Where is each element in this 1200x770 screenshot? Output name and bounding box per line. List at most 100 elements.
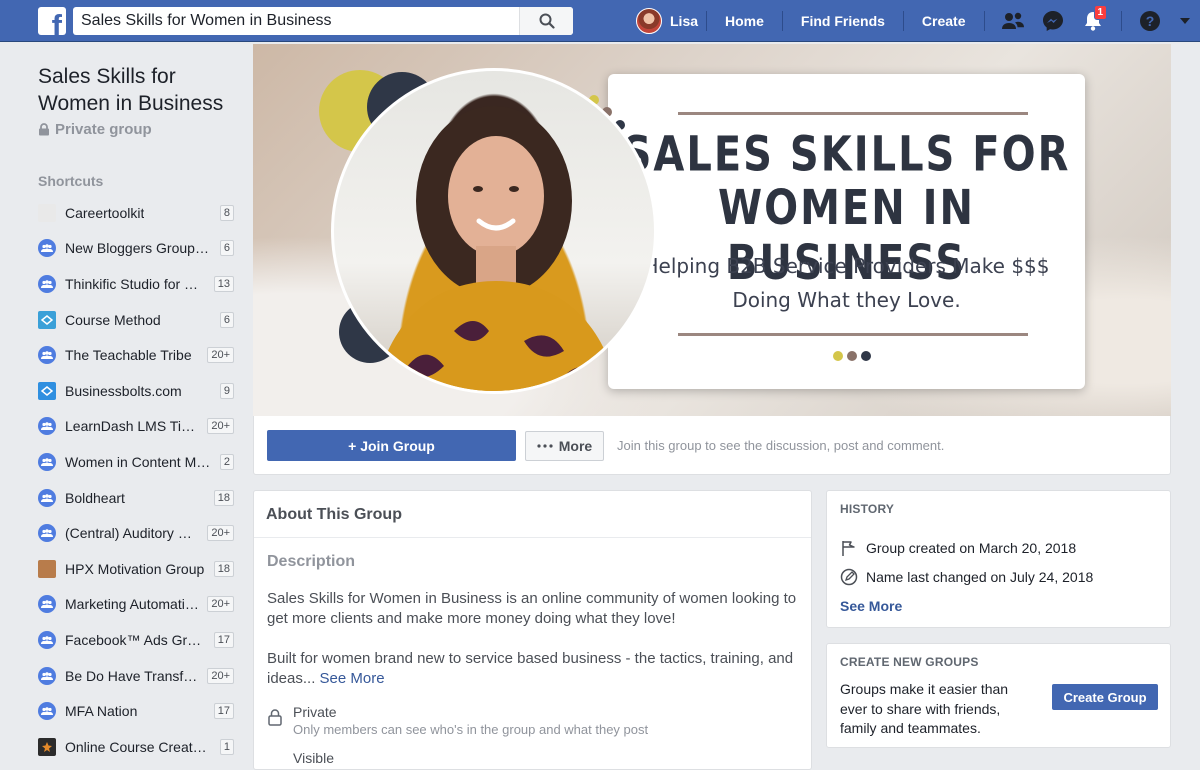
shortcut-count-badge: 6 — [219, 240, 234, 257]
cover-title-line1: SALES SKILLS FOR — [622, 127, 1071, 183]
shortcut-count-badge: 17 — [213, 631, 234, 648]
nav-home[interactable]: Home — [715, 13, 774, 29]
privacy-subtitle: Only members can see who's in the group … — [293, 722, 649, 737]
group-icon — [38, 488, 56, 507]
search-input[interactable] — [73, 7, 519, 35]
notifications-button[interactable]: 1 — [1073, 0, 1113, 42]
edit-icon — [840, 568, 858, 586]
history-see-more-link[interactable]: See More — [840, 598, 902, 614]
shortcut-item[interactable]: Women in Content M… 2 — [38, 444, 238, 480]
page-logo-icon — [38, 310, 56, 329]
shortcut-item[interactable]: Careertoolkit 8 — [38, 195, 238, 231]
privacy-label: Private group — [38, 121, 238, 138]
shortcut-label: The Teachable Tribe — [65, 347, 192, 364]
nav-create[interactable]: Create — [912, 13, 976, 29]
search-box — [73, 7, 573, 35]
more-dots-icon — [537, 444, 553, 448]
group-thumbnail-icon — [38, 737, 56, 756]
shortcut-label: Boldheart — [65, 489, 125, 506]
nav-divider — [983, 11, 985, 31]
shortcut-item[interactable]: MFA Nation 17 — [38, 693, 238, 729]
shortcut-item[interactable]: Marketing Automati… 20+ — [38, 587, 238, 623]
create-group-button[interactable]: Create Group — [1052, 684, 1158, 710]
top-bar: f Lisa Home Find Friends Create 1 ? — [0, 0, 1200, 42]
shortcut-count-badge: 8 — [219, 204, 234, 221]
visible-title: Visible — [293, 750, 334, 766]
join-bar: + Join Group More Join this group to see… — [253, 416, 1171, 475]
shortcut-item[interactable]: Boldheart 18 — [38, 480, 238, 516]
shortcut-item[interactable]: Be Do Have Transf… 20+ — [38, 658, 238, 694]
shortcut-label: New Bloggers Group… — [65, 240, 209, 257]
account-menu-button[interactable] — [1170, 0, 1200, 42]
privacy-info: Private Only members can see who's in th… — [267, 704, 648, 737]
description-paragraph-2: Built for women brand new to service bas… — [267, 649, 797, 689]
shortcut-label: Women in Content M… — [65, 453, 211, 470]
history-created-row: Group created on March 20, 2018 — [840, 539, 1076, 557]
history-card: HISTORY Group created on March 20, 2018 … — [826, 490, 1171, 628]
description-heading: Description — [267, 553, 356, 570]
group-title[interactable]: Sales Skills for Women in Business — [38, 63, 238, 117]
privacy-text: Private group — [55, 121, 152, 138]
nav-divider — [902, 11, 904, 31]
card-bottom-line — [678, 333, 1028, 336]
group-icon — [38, 524, 56, 543]
join-group-button[interactable]: + Join Group — [267, 430, 516, 461]
privacy-text-block: Private Only members can see who's in th… — [293, 704, 648, 737]
shortcut-item[interactable]: LearnDash LMS Ti… 20+ — [38, 409, 238, 445]
left-sidebar: Sales Skills for Women in Business Priva… — [38, 44, 238, 765]
lock-icon — [39, 123, 49, 136]
shortcut-item[interactable]: New Bloggers Group… 6 — [38, 231, 238, 267]
shortcut-item[interactable]: HPX Motivation Group 18 — [38, 551, 238, 587]
shortcut-item[interactable]: Businessbolts.com 9 — [38, 373, 238, 409]
cover-card: SALES SKILLS FOR WOMEN IN BUSINESS Helpi… — [608, 74, 1085, 389]
user-name: Lisa — [670, 13, 699, 29]
portrait-illustration — [375, 106, 618, 391]
shortcut-label: HPX Motivation Group — [65, 560, 205, 577]
shortcut-count-badge: 17 — [213, 703, 234, 720]
shortcut-item[interactable]: Course Method 6 — [38, 302, 238, 338]
shortcut-item[interactable]: Thinkific Studio for … 13 — [38, 266, 238, 302]
card-dot — [833, 351, 843, 361]
page-logo-icon — [38, 381, 56, 400]
shortcut-count-badge: 13 — [213, 275, 234, 292]
shortcut-count-badge: 20+ — [207, 418, 234, 435]
shortcut-item[interactable]: Online Course Creat… 1 — [38, 729, 238, 765]
see-more-link[interactable]: See More — [320, 670, 385, 687]
shortcut-count-badge: 18 — [213, 560, 234, 577]
more-button[interactable]: More — [525, 431, 604, 461]
shortcut-label: Marketing Automati… — [65, 596, 199, 613]
search-button[interactable] — [519, 7, 573, 35]
facebook-logo[interactable]: f — [38, 7, 66, 35]
shortcut-label: Course Method — [65, 311, 161, 328]
shortcut-label: Online Course Creat… — [65, 738, 207, 755]
shortcut-label: Facebook™ Ads Gr… — [65, 631, 202, 648]
shortcut-item[interactable]: (Central) Auditory … 20+ — [38, 515, 238, 551]
shortcut-label: Be Do Have Transf… — [65, 667, 198, 684]
history-name-text: Name last changed on July 24, 2018 — [866, 569, 1094, 585]
help-button[interactable]: ? — [1130, 0, 1170, 42]
friends-icon — [1001, 12, 1024, 29]
messenger-button[interactable] — [1033, 0, 1073, 42]
nav-find-friends[interactable]: Find Friends — [791, 13, 895, 29]
group-icon — [38, 595, 56, 614]
notification-badge: 1 — [1093, 5, 1108, 20]
friend-requests-button[interactable] — [993, 0, 1033, 42]
group-icon — [38, 417, 56, 436]
group-icon — [38, 239, 56, 258]
avatar — [636, 8, 662, 34]
shortcut-label: MFA Nation — [65, 703, 138, 720]
create-groups-heading: CREATE NEW GROUPS — [840, 655, 979, 669]
shortcut-label: Businessbolts.com — [65, 382, 182, 399]
description-paragraph-1: Sales Skills for Women in Business is an… — [267, 590, 797, 627]
shortcut-count-badge: 20+ — [207, 667, 234, 684]
shortcut-item[interactable]: Facebook™ Ads Gr… 17 — [38, 622, 238, 658]
profile-link[interactable]: Lisa — [636, 8, 698, 34]
cover-subtitle-line2: Doing What they Love. — [732, 288, 961, 312]
group-icon — [38, 346, 56, 365]
shortcut-count-badge: 1 — [219, 738, 234, 755]
caret-down-icon — [1179, 18, 1190, 24]
shortcut-count-badge: 2 — [219, 453, 234, 470]
nav-divider — [706, 11, 708, 31]
shortcut-item[interactable]: The Teachable Tribe 20+ — [38, 337, 238, 373]
shortcut-label: (Central) Auditory … — [65, 525, 192, 542]
